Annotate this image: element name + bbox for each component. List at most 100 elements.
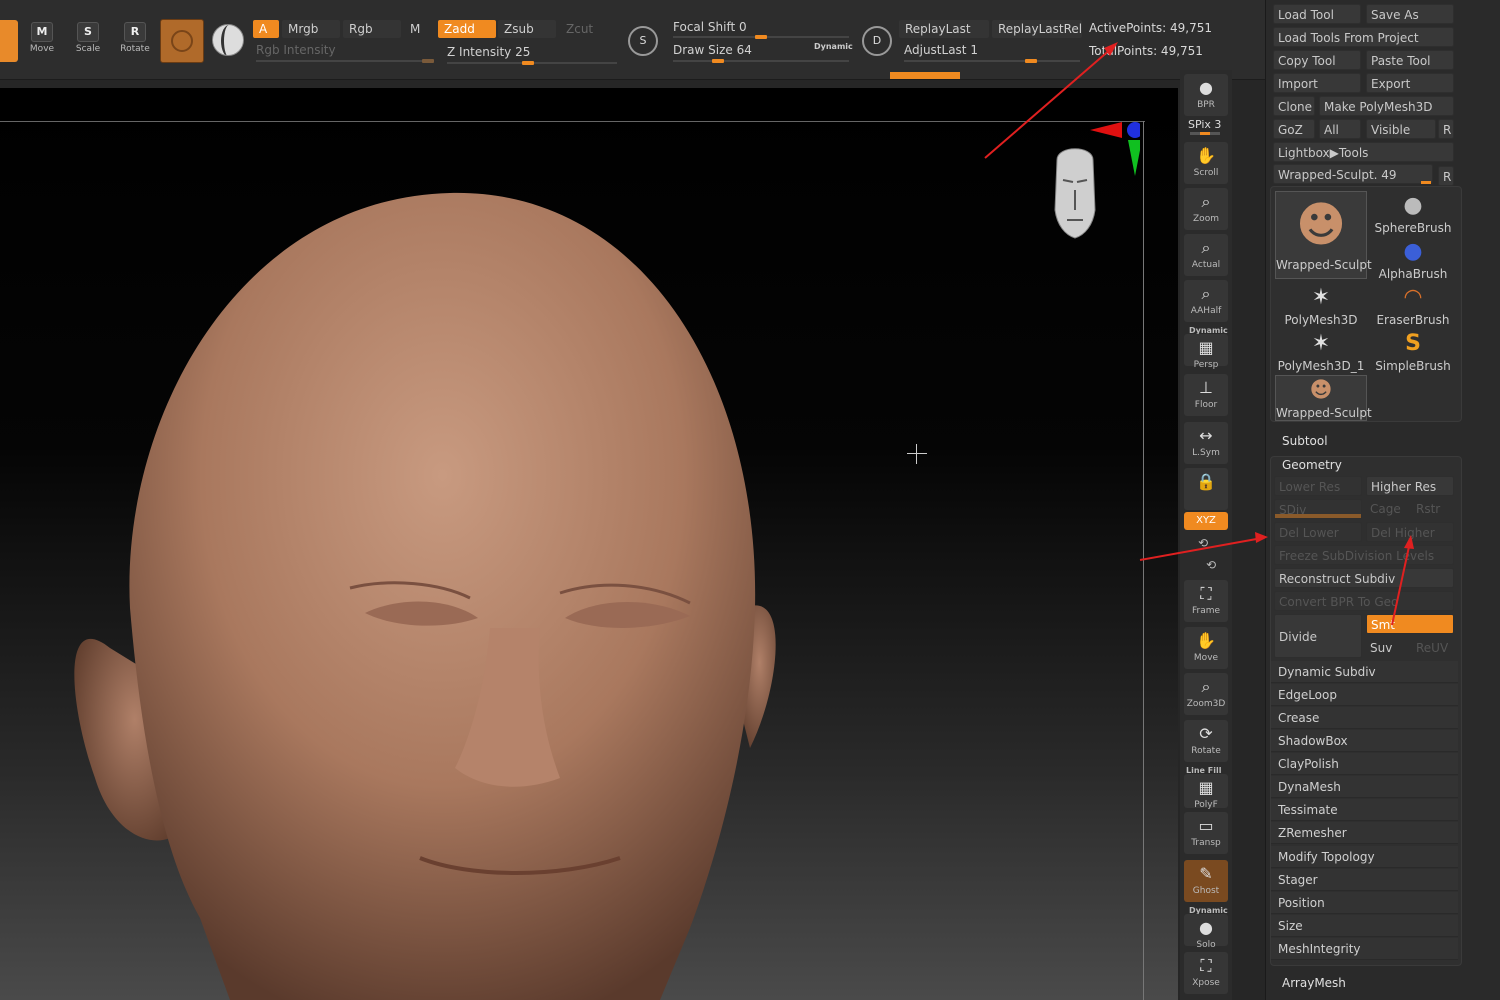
rotate-y-icon[interactable]: ⟲ xyxy=(1198,536,1208,550)
copy-tool-button[interactable]: Copy Tool xyxy=(1273,50,1361,70)
menu-zremesher[interactable]: ZRemesher xyxy=(1271,822,1458,844)
menu-stager[interactable]: Stager xyxy=(1271,869,1458,891)
smt-toggle[interactable]: Smt xyxy=(1366,614,1454,634)
scale-button[interactable]: S Scale xyxy=(68,22,108,58)
xpose-button[interactable]: ⛶ Xpose xyxy=(1184,952,1228,994)
zsub-toggle[interactable]: Zsub xyxy=(498,20,556,38)
polyf-button[interactable]: ▦ PolyF xyxy=(1184,774,1228,810)
stroke-sphere-button[interactable] xyxy=(212,24,244,56)
bpr-button[interactable]: ● BPR xyxy=(1184,74,1228,116)
dynamic-toggle[interactable]: Dynamic xyxy=(814,42,853,51)
menu-meshintegrity[interactable]: MeshIntegrity xyxy=(1271,938,1458,960)
adjust-last-slider[interactable] xyxy=(904,60,1080,62)
lsym-button[interactable]: ↔ L.Sym xyxy=(1184,422,1228,464)
current-tool-knob[interactable] xyxy=(1421,181,1431,184)
tool-polymesh3d[interactable]: ✶ PolyMesh3D xyxy=(1275,283,1367,329)
menu-shadowbox[interactable]: ShadowBox xyxy=(1271,730,1458,752)
higher-res-button[interactable]: Higher Res xyxy=(1366,476,1454,496)
actual-button[interactable]: ⌕ Actual xyxy=(1184,234,1228,276)
menu-claypolish[interactable]: ClayPolish xyxy=(1271,753,1458,775)
menu-modify-topology[interactable]: Modify Topology xyxy=(1271,846,1458,868)
menu-position[interactable]: Position xyxy=(1271,892,1458,914)
import-button[interactable]: Import xyxy=(1273,73,1361,93)
material-button[interactable] xyxy=(160,19,204,63)
mrgb-toggle[interactable]: Mrgb xyxy=(282,20,340,38)
geometry-header[interactable]: Geometry xyxy=(1282,458,1342,472)
goz-button[interactable]: GoZ xyxy=(1273,119,1315,139)
replay-last-button[interactable]: ReplayLast xyxy=(899,20,989,38)
menu-crease[interactable]: Crease xyxy=(1271,707,1458,729)
subtool-section[interactable]: Subtool xyxy=(1282,434,1328,448)
convert-bpr-button[interactable]: Convert BPR To Geo xyxy=(1274,591,1454,611)
m-toggle[interactable]: M xyxy=(404,20,430,38)
xyz-button[interactable]: XYZ xyxy=(1184,512,1228,530)
del-lower-button[interactable]: Del Lower xyxy=(1274,522,1362,542)
focal-shift-knob[interactable] xyxy=(755,35,767,39)
load-tool-button[interactable]: Load Tool xyxy=(1273,4,1361,24)
axis-gizmo[interactable] xyxy=(1090,118,1140,178)
spix-slider[interactable] xyxy=(1190,132,1220,135)
tool-simplebrush[interactable]: S SimpleBrush xyxy=(1367,329,1459,375)
lower-res-button[interactable]: Lower Res xyxy=(1274,476,1362,496)
z-intensity-knob[interactable] xyxy=(522,61,534,65)
lightbox-tools-button[interactable]: Lightbox▶Tools xyxy=(1273,142,1454,162)
a-toggle[interactable]: A xyxy=(253,20,279,38)
aahalf-button[interactable]: ⌕ AAHalf xyxy=(1184,280,1228,322)
transp-button[interactable]: ▭ Transp xyxy=(1184,812,1228,854)
lock-button[interactable]: 🔒 xyxy=(1184,468,1228,510)
rgb-toggle[interactable]: Rgb xyxy=(343,20,401,38)
menu-dynamic-subdiv[interactable]: Dynamic Subdiv xyxy=(1271,661,1458,683)
arraymesh-section[interactable]: ArrayMesh xyxy=(1282,976,1346,990)
draw-size-knob[interactable] xyxy=(712,59,724,63)
menu-size[interactable]: Size xyxy=(1271,915,1458,937)
rstr-button[interactable]: Rstr xyxy=(1412,499,1454,519)
rotate-z-icon[interactable]: ⟲ xyxy=(1206,558,1216,572)
adjust-last-knob[interactable] xyxy=(1025,59,1037,63)
replay-dots-toggle[interactable]: D xyxy=(862,26,892,56)
tool-wrapped-sculpt[interactable]: ☻ Wrapped-Sculpt xyxy=(1275,191,1372,279)
goz-visible-button[interactable]: Visible xyxy=(1366,119,1436,139)
tool-wrapped-sculpt-2[interactable]: ☻ Wrapped-Sculpt xyxy=(1275,375,1372,421)
draw-mode-button[interactable] xyxy=(0,20,18,62)
replay-last-rel-button[interactable]: ReplayLastRel xyxy=(992,20,1082,38)
divide-button[interactable]: Divide xyxy=(1274,614,1362,658)
goz-all-button[interactable]: All xyxy=(1319,119,1361,139)
rotate-button[interactable]: R Rotate xyxy=(115,22,155,58)
suv-toggle[interactable]: Suv xyxy=(1366,638,1410,658)
zadd-toggle[interactable]: Zadd xyxy=(438,20,496,38)
zoom3d-button[interactable]: ⌕ Zoom3D xyxy=(1184,673,1228,715)
paste-tool-button[interactable]: Paste Tool xyxy=(1366,50,1454,70)
persp-button[interactable]: ▦ Persp xyxy=(1184,334,1228,370)
move3d-button[interactable]: ✋ Move xyxy=(1184,627,1228,669)
menu-dynamesh[interactable]: DynaMesh xyxy=(1271,776,1458,798)
rgb-intensity-knob[interactable] xyxy=(422,59,434,63)
menu-edgeloop[interactable]: EdgeLoop xyxy=(1271,684,1458,706)
ghost-button[interactable]: ✎ Ghost xyxy=(1184,860,1228,902)
symmetry-toggle[interactable]: S xyxy=(628,26,658,56)
draw-size-slider[interactable] xyxy=(673,60,849,62)
load-tools-from-project-button[interactable]: Load Tools From Project xyxy=(1273,27,1454,47)
tool-alphabrush[interactable]: ● AlphaBrush xyxy=(1367,237,1459,283)
tool-spherebrush[interactable]: ● SphereBrush xyxy=(1367,191,1459,237)
zoom-button[interactable]: ⌕ Zoom xyxy=(1184,188,1228,230)
scroll-button[interactable]: ✋ Scroll xyxy=(1184,142,1228,184)
canvas-viewport[interactable] xyxy=(0,88,1178,1000)
sdiv-knob[interactable] xyxy=(1275,514,1361,518)
make-polymesh-button[interactable]: Make PolyMesh3D xyxy=(1319,96,1454,116)
del-higher-button[interactable]: Del Higher xyxy=(1366,522,1454,542)
goz-r-button[interactable]: R xyxy=(1438,119,1454,139)
floor-button[interactable]: ⊥ Floor xyxy=(1184,374,1228,416)
tool-eraserbrush[interactable]: ◠ EraserBrush xyxy=(1367,283,1459,329)
rotate3d-button[interactable]: ⟳ Rotate xyxy=(1184,720,1228,762)
menu-tessimate[interactable]: Tessimate xyxy=(1271,799,1458,821)
current-tool-slider[interactable]: Wrapped-Sculpt. 49 xyxy=(1273,164,1433,184)
zcut-toggle[interactable]: Zcut xyxy=(560,20,610,38)
frame-button[interactable]: ⛶ Frame xyxy=(1184,580,1228,622)
reuv-toggle[interactable]: ReUV xyxy=(1412,638,1454,658)
reconstruct-subdiv-button[interactable]: Reconstruct Subdiv xyxy=(1274,568,1454,588)
rgb-intensity-slider[interactable] xyxy=(256,60,434,62)
clone-button[interactable]: Clone xyxy=(1273,96,1315,116)
solo-button[interactable]: ● Solo xyxy=(1184,914,1228,950)
cage-button[interactable]: Cage xyxy=(1366,499,1410,519)
freeze-subdivision-button[interactable]: Freeze SubDivision Levels xyxy=(1274,545,1454,565)
